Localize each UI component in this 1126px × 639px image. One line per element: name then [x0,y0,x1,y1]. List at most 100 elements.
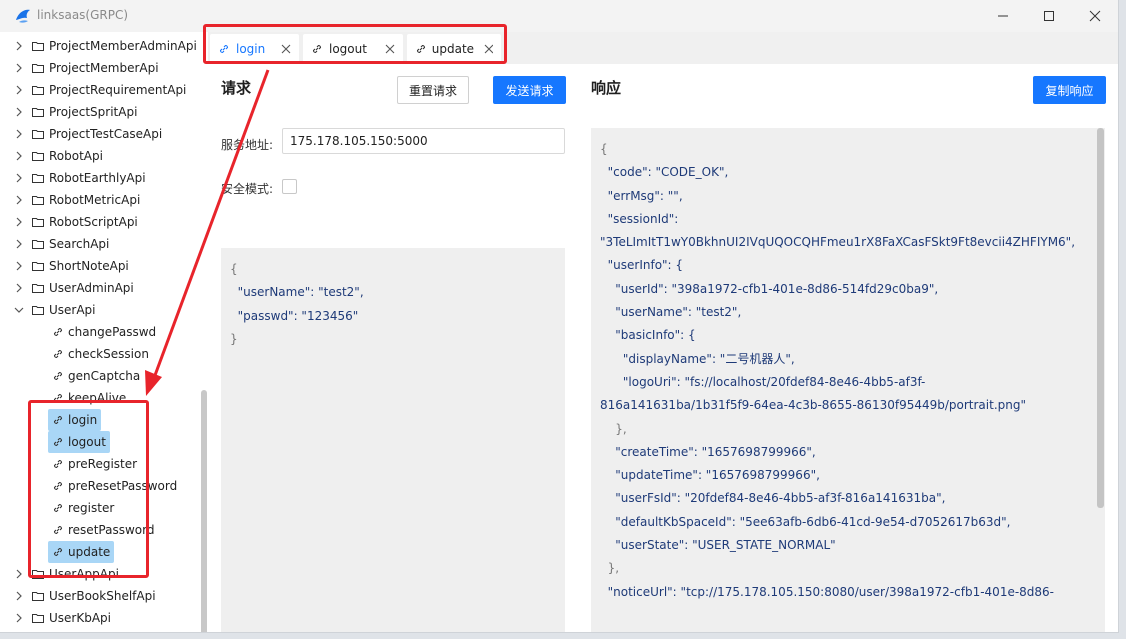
expand-toggle[interactable] [12,589,26,603]
expand-toggle[interactable] [12,39,26,53]
api-link-icon [53,437,63,447]
title-bar: linksaas(GRPC) [0,0,1118,32]
maximize-button[interactable] [1026,0,1072,32]
tree-method-label: changePasswd [68,325,157,339]
tree-method-changePasswd[interactable]: changePasswd [48,321,160,343]
code-line: }, [600,421,627,436]
tree-method-preRegister[interactable]: preRegister [48,453,141,475]
chevron-right-icon[interactable] [14,261,24,271]
expand-toggle[interactable] [12,237,26,251]
folder-icon [32,196,44,205]
expand-toggle[interactable] [12,567,26,581]
api-link-icon [53,415,63,425]
expand-toggle[interactable] [12,149,26,163]
chevron-right-icon[interactable] [14,173,24,183]
api-link-icon [219,44,229,54]
tree-folder[interactable]: RobotApi [12,145,103,167]
tree-folder-label: UserKbApi [49,611,111,625]
expand-toggle[interactable] [12,83,26,97]
server-address-input[interactable]: 175.178.105.150:5000 [282,128,565,154]
tree-folder[interactable]: ProjectMemberAdminApi [12,35,197,57]
chevron-right-icon[interactable] [14,283,24,293]
expand-toggle[interactable] [12,171,26,185]
api-link-icon [312,44,322,54]
tree-method-preResetPassword[interactable]: preResetPassword [48,475,181,497]
expand-toggle[interactable] [12,259,26,273]
tree-method-update[interactable]: update [48,541,115,563]
chevron-down-icon[interactable] [14,305,24,315]
chevron-right-icon[interactable] [14,613,24,623]
chevron-right-icon[interactable] [14,217,24,227]
close-button[interactable] [1072,0,1118,32]
tree-method-resetPassword[interactable]: resetPassword [48,519,158,541]
tab-update[interactable]: update [407,34,501,64]
request-body-editor[interactable]: { "userName": "test2", "passwd": "123456… [221,248,565,632]
expand-toggle[interactable] [12,611,26,625]
request-title: 请求 [221,79,252,97]
tree-method-label: preResetPassword [68,479,178,493]
tree-method-register[interactable]: register [48,497,118,519]
chevron-right-icon[interactable] [14,195,24,205]
tree-folder[interactable]: SearchApi [12,233,109,255]
tree-folder[interactable]: ProjectRequirementApi [12,79,186,101]
tree-folder-label: ProjectMemberAdminApi [49,39,197,53]
tree-folder[interactable]: ShortNoteApi [12,255,129,277]
tree-folder[interactable]: UserBookShelfApi [12,585,156,607]
chevron-right-icon[interactable] [14,239,24,249]
chevron-right-icon[interactable] [14,107,24,117]
secure-mode-checkbox[interactable] [282,179,297,194]
tree-method-checkSession[interactable]: checkSession [48,343,153,365]
tree-method-label: logout [68,435,106,449]
chevron-right-icon[interactable] [14,591,24,601]
tree-folder[interactable]: ProjectMemberApi [12,57,159,79]
tab-logout[interactable]: logout [303,34,403,64]
folder-icon [32,240,44,249]
tree-folder[interactable]: RobotMetricApi [12,189,140,211]
tree-folder[interactable]: ProjectSpritApi [12,101,137,123]
expand-toggle[interactable] [12,105,26,119]
chevron-right-icon[interactable] [14,569,24,579]
expand-toggle[interactable] [12,281,26,295]
tree-folder-label: UserAppApi [49,567,119,581]
folder-icon [32,306,44,315]
folder-icon [32,174,44,183]
chevron-right-icon[interactable] [14,85,24,95]
tree-folder[interactable]: ProjectTestCaseApi [12,123,162,145]
tree-method-genCaptcha[interactable]: genCaptcha [48,365,144,387]
tab-close-icon[interactable] [385,44,395,54]
response-scrollbar[interactable] [1097,128,1104,508]
expand-toggle[interactable] [12,61,26,75]
tree-folder-label: RobotApi [49,149,103,163]
tab-login[interactable]: login [210,34,299,64]
tree-method-login[interactable]: login [48,409,102,431]
tree-folder[interactable]: UserKbApi [12,607,111,629]
expand-toggle[interactable] [12,193,26,207]
tree-method-label: genCaptcha [68,369,141,383]
tree-folder[interactable]: RobotScriptApi [12,211,138,233]
tree-folder[interactable]: UserAdminApi [12,277,134,299]
chevron-right-icon[interactable] [14,63,24,73]
expand-toggle[interactable] [12,127,26,141]
tree-folder[interactable]: UserApi [12,299,96,321]
tab-close-icon[interactable] [484,44,493,54]
expand-toggle[interactable] [12,303,26,317]
sidebar-scrollbar[interactable] [201,390,207,632]
chevron-right-icon[interactable] [14,129,24,139]
expand-toggle[interactable] [12,215,26,229]
chevron-right-icon[interactable] [14,41,24,51]
maximize-icon [1044,11,1054,21]
tree-method-keepAlive[interactable]: keepAlive [48,387,130,409]
tab-close-icon[interactable] [281,44,291,54]
secure-mode-label: 安全模式: [221,182,274,196]
copy-response-button[interactable]: 复制响应 [1033,76,1106,104]
tree-folder-label: RobotMetricApi [49,193,141,207]
code-line: "3TeLImItT1wY0BkhnUI2IVqUQOCQHFmeu1rX8Fa… [600,235,1076,250]
tree-method-logout[interactable]: logout [48,431,110,453]
send-request-button[interactable]: 发送请求 [493,76,566,104]
tree-folder-label: ProjectTestCaseApi [49,127,163,141]
tree-folder[interactable]: UserAppApi [12,563,119,585]
reset-request-button[interactable]: 重置请求 [397,76,469,104]
tree-folder[interactable]: RobotEarthlyApi [12,167,146,189]
chevron-right-icon[interactable] [14,151,24,161]
minimize-button[interactable] [980,0,1026,32]
